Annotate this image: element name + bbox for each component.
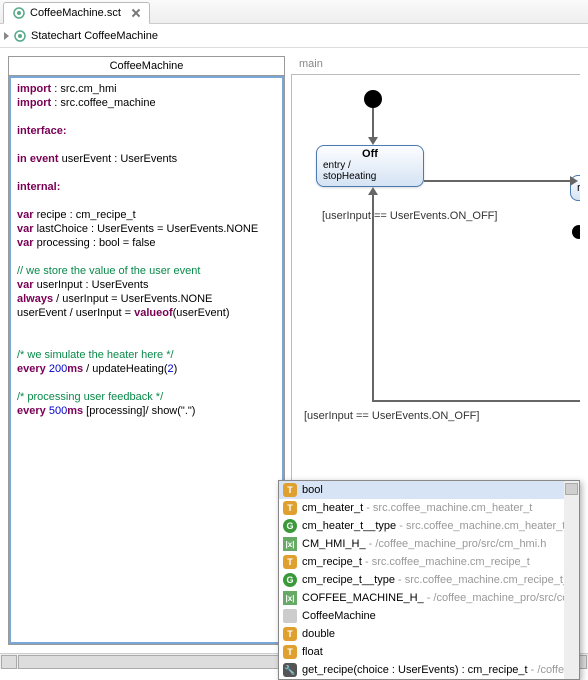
code-line bbox=[17, 320, 276, 334]
autocomplete-item[interactable]: Tbool bbox=[279, 481, 579, 499]
g-type-icon: G bbox=[283, 573, 297, 587]
x-type-icon: |x| bbox=[283, 537, 297, 551]
code-line bbox=[17, 376, 276, 390]
transition-guard-2: [userInput == UserEvents.ON_OFF] bbox=[304, 410, 479, 422]
code-line: always / userInput = UserEvents.NONE bbox=[17, 292, 276, 306]
autocomplete-label: cm_heater_t - src.coffee_machine.cm_heat… bbox=[302, 502, 575, 514]
autocomplete-label: CoffeeMachine bbox=[302, 610, 575, 622]
code-line: var lastChoice : UserEvents = UserEvents… bbox=[17, 222, 276, 236]
autocomplete-label: bool bbox=[302, 484, 575, 496]
scrollbar-thumb[interactable] bbox=[565, 483, 578, 495]
autocomplete-label: float bbox=[302, 646, 575, 658]
g-type-icon: G bbox=[283, 519, 297, 533]
t-type-icon: T bbox=[283, 627, 297, 641]
autocomplete-item[interactable]: Tfloat bbox=[279, 643, 579, 661]
code-line: /* we simulate the heater here */ bbox=[17, 348, 276, 362]
autocomplete-label: cm_heater_t__type - src.coffee_machine.c… bbox=[302, 520, 575, 532]
autocomplete-label: cm_recipe_t__type - src.coffee_machine.c… bbox=[302, 574, 575, 586]
statechart-file-icon bbox=[12, 6, 26, 20]
autocomplete-item[interactable]: CoffeeMachine bbox=[279, 607, 579, 625]
code-line: var recipe : cm_recipe_t bbox=[17, 208, 276, 222]
autocomplete-item[interactable]: Tcm_recipe_t - src.coffee_machine.cm_rec… bbox=[279, 553, 579, 571]
autocomplete-label: CM_HMI_H_ - /coffee_machine_pro/src/cm_h… bbox=[302, 538, 575, 550]
close-icon[interactable] bbox=[131, 8, 141, 18]
code-line: import : src.coffee_machine bbox=[17, 96, 276, 110]
autocomplete-item[interactable]: |x| CM_HMI_H_ - /coffee_machine_pro/src/c… bbox=[279, 535, 579, 553]
code-line bbox=[17, 334, 276, 348]
code-line bbox=[17, 194, 276, 208]
breadcrumb-arrow-icon bbox=[4, 32, 9, 40]
autocomplete-label: get_recipe(choice : UserEvents) : cm_rec… bbox=[302, 664, 575, 676]
code-line bbox=[17, 110, 276, 124]
state-off-entry: entry / bbox=[323, 160, 417, 171]
sq-type-icon bbox=[283, 609, 297, 623]
tab-bar: CoffeeMachine.sct bbox=[0, 0, 588, 24]
code-line: userEvent / userInput = valueof(userEven… bbox=[17, 306, 276, 320]
state-off[interactable]: Off entry / stopHeating bbox=[316, 145, 424, 187]
arrow-head-icon bbox=[570, 176, 578, 186]
initial-state-dot[interactable] bbox=[364, 90, 382, 108]
autocomplete-item[interactable]: Tdouble bbox=[279, 625, 579, 643]
scroll-left-button[interactable] bbox=[1, 655, 17, 669]
code-line: interface: bbox=[17, 124, 276, 138]
breadcrumb-label: Statechart CoffeeMachine bbox=[31, 30, 158, 42]
tab-filename: CoffeeMachine.sct bbox=[30, 7, 121, 19]
code-line: var userInput : UserEvents bbox=[17, 278, 276, 292]
autocomplete-item[interactable]: Gcm_heater_t__type - src.coffee_machine.… bbox=[279, 517, 579, 535]
nested-initial-dot[interactable] bbox=[572, 225, 580, 239]
w-type-icon: 🔧 bbox=[283, 663, 297, 677]
x-type-icon: |x| bbox=[283, 591, 297, 605]
t-type-icon: T bbox=[283, 501, 297, 515]
autocomplete-item[interactable]: 🔧 get_recipe(choice : UserEvents) : cm_re… bbox=[279, 661, 579, 679]
autocomplete-item[interactable]: |x| COFFEE_MACHINE_H_ - /coffee_machine_p… bbox=[279, 589, 579, 607]
initial-transition bbox=[372, 108, 374, 138]
autocomplete-label: COFFEE_MACHINE_H_ - /coffee_machine_pro/… bbox=[302, 592, 575, 604]
state-off-name: Off bbox=[323, 148, 417, 160]
arrow-head-icon bbox=[368, 137, 378, 145]
transition-guard-1: [userInput == UserEvents.ON_OFF] bbox=[322, 210, 497, 222]
code-line: // we store the value of the user event bbox=[17, 264, 276, 278]
breadcrumb[interactable]: Statechart CoffeeMachine bbox=[0, 24, 588, 48]
definition-title: CoffeeMachine bbox=[9, 57, 284, 76]
transition-off-to-on[interactable] bbox=[424, 180, 572, 182]
region-label: main bbox=[299, 58, 323, 70]
autocomplete-label: cm_recipe_t - src.coffee_machine.cm_reci… bbox=[302, 556, 575, 568]
autocomplete-label: double bbox=[302, 628, 575, 640]
autocomplete-item[interactable]: Tcm_heater_t - src.coffee_machine.cm_hea… bbox=[279, 499, 579, 517]
arrow-head-icon bbox=[368, 187, 378, 195]
transition-return-v[interactable] bbox=[372, 193, 374, 401]
code-line: import : src.cm_hmi bbox=[17, 82, 276, 96]
code-line: every 200ms / updateHeating(2) bbox=[17, 362, 276, 376]
t-type-icon: T bbox=[283, 645, 297, 659]
code-line bbox=[17, 138, 276, 152]
code-line: every 500ms [processing]/ show(".") bbox=[17, 404, 276, 418]
code-line: internal: bbox=[17, 180, 276, 194]
autocomplete-popup[interactable]: TboolTcm_heater_t - src.coffee_machine.c… bbox=[278, 480, 580, 680]
autocomplete-item[interactable]: Gcm_recipe_t__type - src.coffee_machine.… bbox=[279, 571, 579, 589]
editor-tab[interactable]: CoffeeMachine.sct bbox=[3, 2, 150, 24]
t-type-icon: T bbox=[283, 555, 297, 569]
definition-code[interactable]: import : src.cm_hmiimport : src.coffee_m… bbox=[9, 76, 284, 644]
code-line: var processing : bool = false bbox=[17, 236, 276, 250]
code-line: /* processing user feedback */ bbox=[17, 390, 276, 404]
definition-section: CoffeeMachine import : src.cm_hmiimport … bbox=[8, 56, 285, 645]
statechart-icon bbox=[13, 29, 27, 43]
autocomplete-scrollbar[interactable] bbox=[564, 481, 579, 679]
transition-return-h[interactable] bbox=[372, 400, 580, 402]
code-line: in event userEvent : UserEvents bbox=[17, 152, 276, 166]
t-type-icon: T bbox=[283, 483, 297, 497]
code-line bbox=[17, 250, 276, 264]
state-off-action: stopHeating bbox=[323, 171, 417, 182]
code-line bbox=[17, 166, 276, 180]
